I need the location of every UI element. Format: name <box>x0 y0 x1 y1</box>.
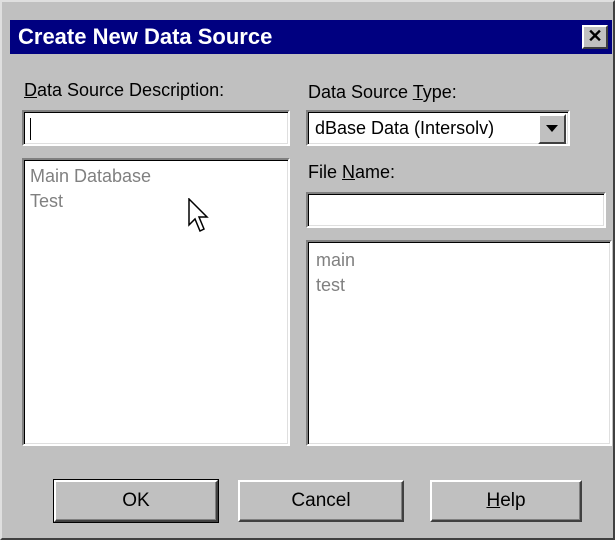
list-item[interactable]: test <box>316 275 345 296</box>
list-item[interactable]: main <box>316 250 355 271</box>
type-label-text: ype: <box>422 82 457 102</box>
type-select-value: dBase Data (Intersolv) <box>315 118 495 138</box>
file-name-label-prefix: File <box>308 162 343 182</box>
description-list[interactable]: Main Database Test <box>22 158 290 446</box>
close-button[interactable]: ✕ <box>582 25 608 49</box>
mouse-pointer-icon <box>188 198 209 233</box>
type-select[interactable]: dBase Data (Intersolv) <box>306 110 570 146</box>
file-list[interactable]: main test <box>306 240 612 446</box>
type-label: Data Source Type: <box>308 82 457 103</box>
ok-button[interactable]: OK <box>53 479 219 523</box>
help-button[interactable]: Help <box>430 480 582 522</box>
description-input[interactable] <box>22 110 290 146</box>
text-caret <box>30 118 31 140</box>
help-button-mnemonic: H <box>486 490 501 511</box>
file-name-label-mnemonic: N <box>342 162 356 182</box>
file-name-label-text: ame: <box>355 162 396 182</box>
list-item[interactable]: Main Database <box>30 166 151 187</box>
dialog-title: Create New Data Source <box>18 24 273 49</box>
description-label-mnemonic: D <box>24 80 37 100</box>
close-icon: ✕ <box>587 26 603 46</box>
title-bar[interactable]: Create New Data Source ✕ <box>10 20 612 54</box>
help-button-text: elp <box>500 490 526 511</box>
description-label-text: ata Source Description: <box>37 80 225 100</box>
file-name-input[interactable] <box>306 192 606 228</box>
file-name-label: File Name: <box>308 162 395 183</box>
cancel-button[interactable]: Cancel <box>238 480 404 522</box>
type-dropdown-button[interactable] <box>538 114 566 144</box>
chevron-down-icon <box>546 125 558 132</box>
description-label: Data Source Description: <box>24 80 224 101</box>
type-label-mnemonic: T <box>412 82 423 102</box>
type-label-prefix: Data Source <box>308 82 413 102</box>
list-item[interactable]: Test <box>30 191 63 212</box>
create-data-source-dialog: Create New Data Source ✕ Data Source Des… <box>0 0 615 540</box>
